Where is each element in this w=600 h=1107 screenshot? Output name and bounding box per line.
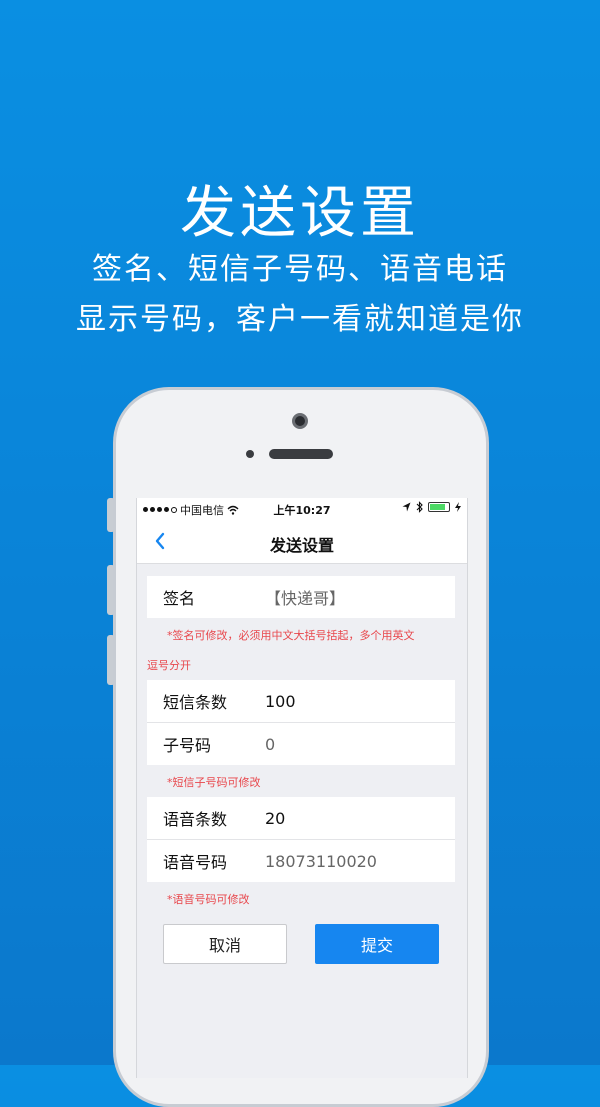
speaker-grille	[269, 449, 333, 459]
sub-number-row[interactable]: 子号码 0	[147, 723, 455, 765]
sms-count-value: 100	[265, 691, 296, 711]
sensor-icon	[246, 450, 254, 458]
submit-button[interactable]: 提交	[315, 924, 439, 964]
navigation-bar: 发送设置	[137, 520, 467, 564]
charging-icon	[455, 502, 461, 512]
promo-title: 发送设置	[180, 181, 420, 246]
promo-line-2: 显示号码，客户一看就知道是你	[76, 302, 524, 337]
location-icon	[402, 502, 411, 512]
sms-count-row: 短信条数 100	[147, 680, 455, 722]
signature-label: 签名	[163, 589, 196, 608]
signature-hint-continued: 逗号分开	[147, 659, 191, 672]
status-bar: 中国电信 上午10:27	[137, 498, 467, 520]
sub-number-label: 子号码	[163, 736, 212, 755]
voice-number-label: 语音号码	[163, 853, 228, 872]
sub-number-hint: *短信子号码可修改	[167, 776, 261, 789]
status-right	[402, 501, 461, 513]
phone-screen: 中国电信 上午10:27 发送设置 签名 【快递哥】 *签名可修改，必须用中文大…	[136, 498, 468, 1078]
battery-icon	[428, 502, 450, 512]
signature-hint: *签名可修改，必须用中文大括号括起，多个用英文	[167, 629, 415, 642]
voice-number-field[interactable]: 18073110020	[265, 852, 377, 871]
bluetooth-icon	[416, 501, 423, 513]
voice-count-value: 20	[265, 808, 286, 828]
page-title: 发送设置	[269, 536, 334, 555]
cancel-button[interactable]: 取消	[163, 924, 287, 964]
voice-number-hint: *语音号码可修改	[167, 893, 250, 906]
voice-count-label: 语音条数	[163, 810, 228, 829]
battery-level	[430, 504, 445, 510]
signature-row[interactable]: 签名 【快递哥】	[147, 576, 455, 618]
voice-count-row: 语音条数 20	[147, 797, 455, 839]
promo-line-1: 签名、短信子号码、语音电话	[92, 252, 508, 287]
voice-number-row[interactable]: 语音号码 18073110020	[147, 840, 455, 882]
signature-field[interactable]: 【快递哥】	[265, 585, 345, 609]
sub-number-field[interactable]: 0	[265, 735, 275, 754]
sms-count-label: 短信条数	[163, 693, 228, 712]
camera-icon	[292, 413, 308, 429]
